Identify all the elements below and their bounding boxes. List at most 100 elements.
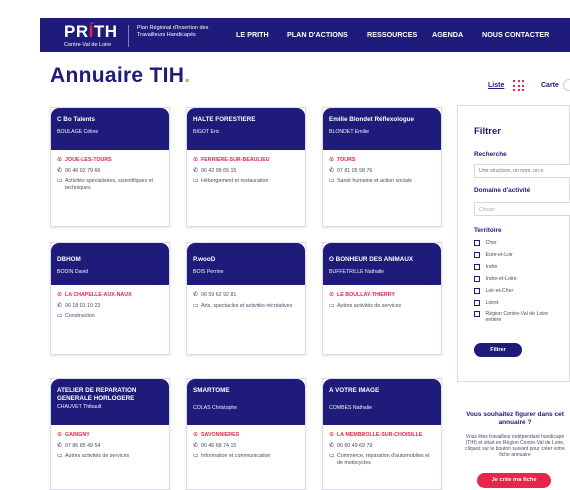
territory-option-loiret[interactable]: Loiret	[474, 300, 498, 306]
card-activity-row: ▭ Arts, spectacles et activités récréativ…	[193, 303, 299, 310]
location-pin-icon: ⊙	[193, 157, 199, 163]
nav-nous-contacter[interactable]: NOUS CONTACTER	[482, 18, 549, 52]
page-title-text: Annuaire TIH	[50, 64, 185, 87]
territory-option-indre-et-loire[interactable]: Indre-et-Loire	[474, 276, 517, 282]
card-header: C Bo Talents BOULAGE Céline	[51, 108, 169, 150]
territory-option-cher[interactable]: Cher	[474, 240, 497, 246]
card-phone-row[interactable]: ✆ 07 81 05 58 76	[329, 168, 435, 175]
card-name: P.wooD	[193, 256, 216, 263]
location-pin-icon: ⊙	[329, 432, 335, 438]
card-city-row: ⊙ LA MEMBROLLE-SUR-CHOISILLE	[329, 432, 435, 439]
checkbox[interactable]	[474, 264, 480, 270]
territory-option-label: Indre	[485, 264, 498, 270]
nav-le-prith[interactable]: LE PRITH	[236, 18, 269, 52]
card-contact: CHAUVET Thibault	[57, 404, 102, 411]
briefcase-icon: ▭	[57, 453, 63, 460]
briefcase-icon: ▭	[193, 178, 199, 185]
search-label: Recherche	[474, 151, 507, 158]
territory-option-label: Loir-et-Cher	[485, 288, 514, 294]
directory-card[interactable]: DBHOM BODIN David ⊙ LA CHAPELLE-AUX-NAUX …	[50, 242, 170, 355]
directory-card[interactable]: A VOTRE IMAGE COMBES Nathalie ⊙ LA MEMBRO…	[322, 378, 442, 490]
checkbox[interactable]	[474, 288, 480, 294]
card-activity: Commerce, réparation d'automobiles et de…	[337, 453, 430, 466]
card-header: Emilie Blondet Réflexologue BLONDET Emil…	[323, 108, 441, 150]
create-listing-button[interactable]: Je crée ma fiche	[477, 473, 551, 488]
card-header: O BONHEUR DES ANIMAUX BUFFETRILLE Nathal…	[323, 243, 441, 285]
map-toggle-icon[interactable]	[563, 79, 570, 91]
search-input[interactable]	[474, 164, 570, 178]
card-phone-row[interactable]: ✆ 06 18 01 10 23	[57, 303, 163, 310]
checkbox[interactable]	[474, 300, 480, 306]
prith-logo[interactable]: PRÍTH Centre-Val de Loire	[64, 23, 118, 49]
card-phone-row[interactable]: ✆ 06 46 68 74 15	[193, 443, 299, 450]
territory-option-region[interactable]: Région Centre-Val de Loire entière	[474, 311, 554, 323]
card-name: O BONHEUR DES ANIMAUX	[329, 256, 414, 263]
checkbox[interactable]	[474, 276, 480, 282]
card-phone: 06 46 68 74 15	[201, 442, 237, 449]
card-activity-row: ▭ Hébergement et restauration	[193, 178, 299, 185]
territory-option-indre[interactable]: Indre	[474, 264, 497, 270]
phone-icon: ✆	[193, 442, 199, 449]
card-name: ATELIER DE REPARATION GENERALE HORLOGERE	[57, 387, 137, 402]
card-name: Emilie Blondet Réflexologue	[329, 116, 415, 123]
card-contact: COLAS Christophe	[193, 404, 238, 411]
checkbox[interactable]	[474, 240, 480, 246]
directory-card[interactable]: Emilie Blondet Réflexologue BLONDET Emil…	[322, 107, 442, 227]
card-activity-row: ▭ Autres activités de services	[57, 453, 163, 460]
card-phone-row[interactable]: ✆ 06 46 92 79 66	[57, 168, 163, 175]
territory-option-label: Cher	[485, 240, 497, 246]
territory-option-label: Eure-et-Loir	[485, 252, 513, 258]
territory-option-label: Région Centre-Val de Loire entière	[485, 311, 548, 323]
directory-card[interactable]: SMARTOME COLAS Christophe ⊙ SAVONNIERES ✆…	[186, 378, 306, 490]
card-phone: 06 60 49 69 79	[337, 442, 373, 449]
filter-title: Filtrer	[474, 126, 501, 137]
logo-region: Centre-Val de Loire	[64, 42, 112, 48]
directory-card[interactable]: ATELIER DE REPARATION GENERALE HORLOGERE…	[50, 378, 170, 490]
nav-plan-actions[interactable]: PLAN D'ACTIONS	[287, 18, 348, 52]
card-phone: 06 42 99 65 15	[201, 167, 237, 174]
directory-card[interactable]: O BONHEUR DES ANIMAUX BUFFETRILLE Nathal…	[322, 242, 442, 355]
card-name: A VOTRE IMAGE	[329, 387, 380, 394]
territory-label: Territoire	[474, 227, 502, 234]
card-phone-row[interactable]: ✆ 06 42 99 65 15	[193, 168, 299, 175]
location-pin-icon: ⊙	[329, 292, 335, 298]
grid-icon[interactable]	[513, 80, 525, 92]
location-pin-icon: ⊙	[57, 292, 63, 298]
view-list-link[interactable]: Liste	[488, 82, 504, 89]
nav-ressources[interactable]: RESSOURCES	[367, 18, 417, 52]
directory-card[interactable]: C Bo Talents BOULAGE Céline ⊙ JOUE-LES-TO…	[50, 107, 170, 227]
card-phone-row[interactable]: ✆ 06 59 62 92 81	[193, 292, 299, 299]
checkbox[interactable]	[474, 311, 480, 317]
phone-icon: ✆	[57, 442, 63, 449]
filter-button[interactable]: Filtrer	[474, 343, 522, 357]
territory-option-eure-et-loir[interactable]: Eure-et-Loir	[474, 252, 513, 258]
card-header: ATELIER DE REPARATION GENERALE HORLOGERE…	[51, 379, 169, 425]
location-pin-icon: ⊙	[57, 432, 63, 438]
briefcase-icon: ▭	[329, 302, 335, 309]
card-activity: Construction	[65, 313, 95, 320]
card-activity-row: ▭ Autres activités de services	[329, 303, 435, 310]
title-dot: .	[184, 64, 191, 87]
domain-select[interactable]: Choisir	[474, 202, 570, 216]
promo-text: Vous êtes travailleur indépendant handic…	[465, 434, 565, 459]
card-city-row: ⊙ SAVONNIERES	[193, 432, 299, 439]
card-activity-row: ▭ Activités spécialisées, scientifiques e…	[57, 178, 163, 191]
card-contact: BOULAGE Céline	[57, 128, 99, 135]
directory-card[interactable]: HALTE FORESTIERE BIGOT Eric ⊙ FERRIERE-SU…	[186, 107, 306, 227]
card-phone: 07 86 85 49 54	[65, 442, 101, 449]
card-header: HALTE FORESTIERE BIGOT Eric	[187, 108, 305, 150]
checkbox[interactable]	[474, 252, 480, 258]
card-contact: BOIS Perrine	[193, 268, 224, 275]
directory-card[interactable]: P.wooD BOIS Perrine ✆ 06 59 62 92 81 ▭ Art…	[186, 242, 306, 355]
card-phone-row[interactable]: ✆ 07 86 85 49 54	[57, 443, 163, 450]
phone-icon: ✆	[329, 442, 335, 449]
card-activity-row: ▭ Construction	[57, 313, 163, 320]
phone-icon: ✆	[193, 292, 199, 298]
briefcase-icon: ▭	[57, 178, 63, 185]
view-list-label: Liste	[488, 82, 505, 89]
territory-option-loir-et-cher[interactable]: Loir-et-Cher	[474, 288, 513, 294]
nav-agenda[interactable]: AGENDA	[432, 18, 463, 52]
card-activity-row: ▭ Information et communication	[193, 453, 299, 460]
view-map-link[interactable]: Carte	[541, 82, 559, 89]
card-phone-row[interactable]: ✆ 06 60 49 69 79	[329, 443, 435, 450]
